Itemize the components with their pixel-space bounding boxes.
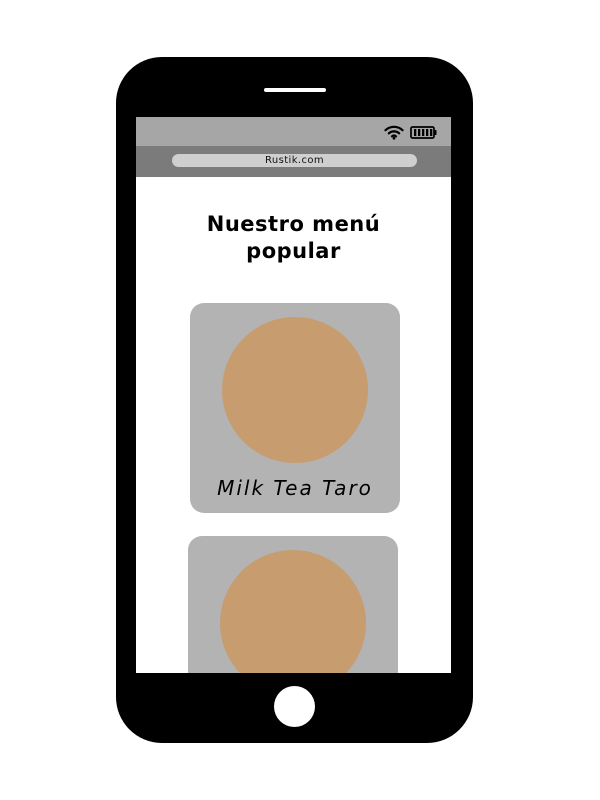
status-bar: [136, 117, 451, 146]
product-image: [220, 550, 366, 673]
phone-screen: Rustik.com Nuestro menú popular Milk Tea…: [136, 117, 451, 673]
battery-icon: [410, 126, 437, 139]
browser-address-bar: Rustik.com: [136, 146, 451, 177]
menu-item-card[interactable]: [188, 536, 398, 673]
product-image: [222, 317, 368, 463]
page-title: Nuestro menú popular: [206, 212, 381, 263]
speaker-grille: [264, 88, 326, 92]
phone-frame: Rustik.com Nuestro menú popular Milk Tea…: [116, 57, 473, 743]
menu-item-card[interactable]: Milk Tea Taro: [190, 303, 400, 513]
home-button[interactable]: [274, 686, 315, 727]
wifi-icon: [384, 125, 404, 140]
url-field[interactable]: Rustik.com: [172, 154, 417, 167]
product-name: Milk Tea Taro: [217, 476, 373, 500]
